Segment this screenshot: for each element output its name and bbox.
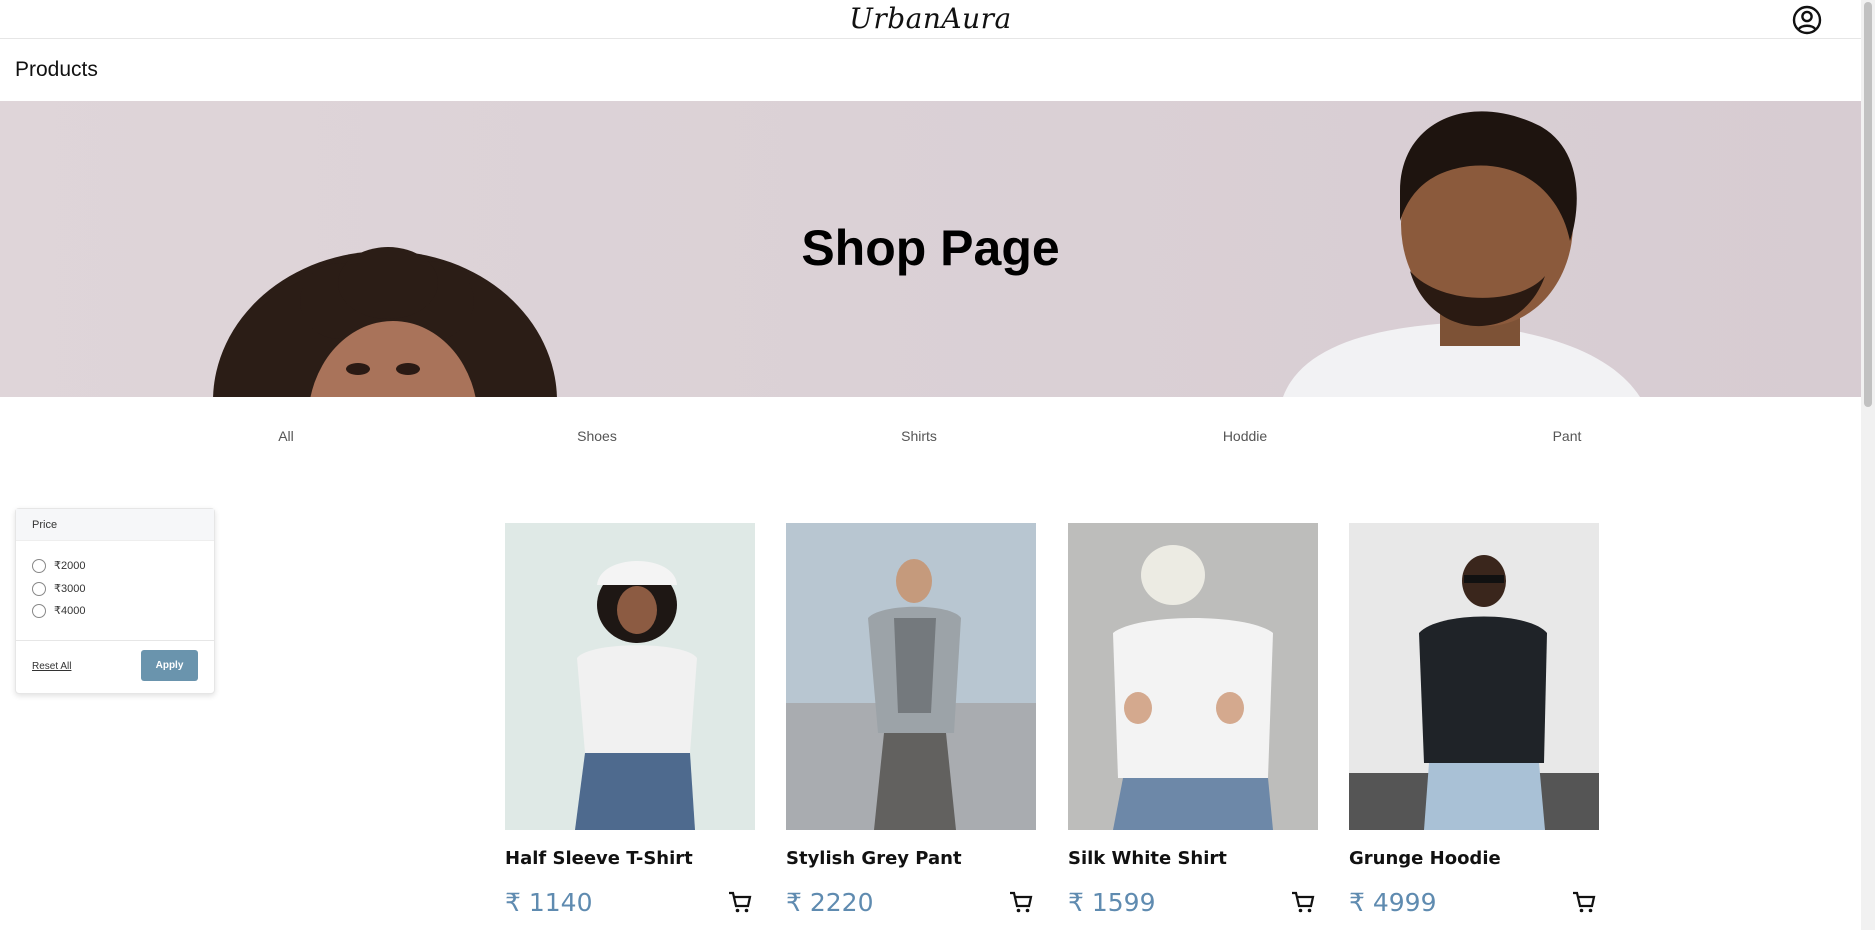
price-option-2000[interactable]: ₹2000 xyxy=(32,559,86,574)
category-tab-pant[interactable]: Pant xyxy=(1553,428,1582,444)
product-price: ₹ 2220 xyxy=(786,888,874,917)
product-name[interactable]: Grunge Hoodie xyxy=(1349,848,1501,869)
scrollbar-thumb[interactable] xyxy=(1864,2,1872,407)
price-option-3000[interactable]: ₹3000 xyxy=(32,582,86,597)
price-option-label: ₹2000 xyxy=(54,560,86,572)
radio-button[interactable] xyxy=(32,559,46,574)
product-card[interactable]: Half Sleeve T-Shirt ₹ 1140 xyxy=(505,523,755,930)
user-circle-icon[interactable] xyxy=(1792,5,1822,35)
product-image[interactable] xyxy=(505,523,755,830)
price-filter-panel: Price ₹2000 ₹3000 ₹4000 Reset All Apply xyxy=(15,508,215,694)
product-name[interactable]: Half Sleeve T-Shirt xyxy=(505,848,693,869)
brand-logo[interactable]: UrbanAura xyxy=(0,2,1861,35)
product-price: ₹ 4999 xyxy=(1349,888,1437,917)
product-price: ₹ 1599 xyxy=(1068,888,1156,917)
radio-button[interactable] xyxy=(32,604,46,619)
page-scrollbar[interactable] xyxy=(1861,0,1875,930)
apply-button[interactable]: Apply xyxy=(141,650,198,681)
category-tab-hoddie[interactable]: Hoddie xyxy=(1223,428,1267,444)
reset-all-link[interactable]: Reset All xyxy=(32,661,71,672)
page-title: Products xyxy=(15,58,98,81)
price-option-label: ₹3000 xyxy=(54,583,86,595)
price-filter-title: Price xyxy=(16,509,214,541)
product-card[interactable]: Stylish Grey Pant ₹ 2220 xyxy=(786,523,1036,930)
category-tabs: All Shoes Shirts Hoddie Pant xyxy=(0,428,1861,450)
price-option-4000[interactable]: ₹4000 xyxy=(32,604,86,619)
category-tab-shoes[interactable]: Shoes xyxy=(577,428,617,444)
product-image[interactable] xyxy=(786,523,1036,830)
product-name[interactable]: Stylish Grey Pant xyxy=(786,848,962,869)
product-card[interactable]: Silk White Shirt ₹ 1599 xyxy=(1068,523,1318,930)
product-name[interactable]: Silk White Shirt xyxy=(1068,848,1227,869)
cart-icon[interactable] xyxy=(1572,890,1596,914)
category-tab-shirts[interactable]: Shirts xyxy=(901,428,937,444)
page-subheader: Products xyxy=(0,39,1861,102)
top-navbar: UrbanAura xyxy=(0,0,1861,39)
hero-banner: Shop Page xyxy=(0,101,1861,397)
price-option-label: ₹4000 xyxy=(54,605,86,617)
radio-button[interactable] xyxy=(32,582,46,597)
hero-heading: Shop Page xyxy=(801,220,1060,276)
product-card[interactable]: Grunge Hoodie ₹ 4999 xyxy=(1349,523,1599,930)
cart-icon[interactable] xyxy=(1291,890,1315,914)
filter-divider xyxy=(16,640,214,641)
cart-icon[interactable] xyxy=(728,890,752,914)
cart-icon[interactable] xyxy=(1009,890,1033,914)
product-image[interactable] xyxy=(1349,523,1599,830)
product-image[interactable] xyxy=(1068,523,1318,830)
category-tab-all[interactable]: All xyxy=(278,428,294,444)
product-price: ₹ 1140 xyxy=(505,888,593,917)
